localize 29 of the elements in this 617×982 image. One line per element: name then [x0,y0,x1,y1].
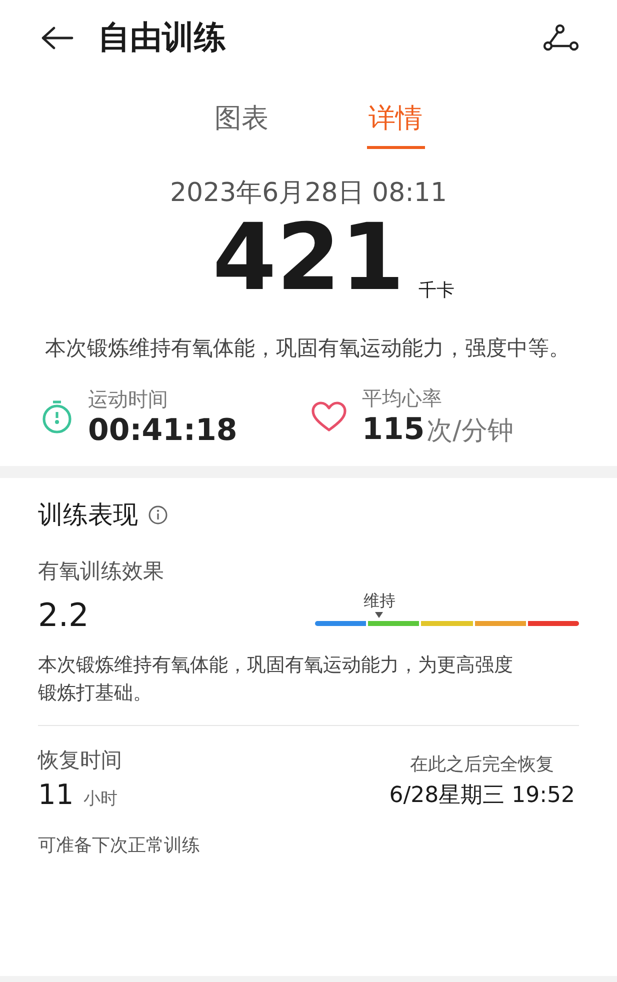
marker-icon [375,612,384,618]
full-recovery-time: 6/28星期三 19:52 [389,782,575,810]
stopwatch-icon [40,398,74,435]
workout-description: 本次锻炼维持有氧体能，巩固有氧运动能力，强度中等。 [45,335,571,362]
stat-label: 运动时间 [88,386,169,413]
heart-icon [310,400,348,433]
recovery-note: 可准备下次正常训练 [38,834,201,858]
calories-unit: 千卡 [418,279,455,302]
info-icon[interactable] [148,504,168,525]
back-icon[interactable] [40,26,74,50]
full-recovery-label: 在此之后完全恢复 [409,753,556,776]
stat-label: 平均心率 [362,385,443,412]
stat-value: 00:41:18 [88,412,238,448]
route-icon[interactable] [543,24,579,52]
recovery-label: 恢复时间 [38,747,122,774]
scale-label: 维持 [363,591,396,612]
recovery-unit: 小时 [84,788,118,810]
workout-datetime: 2023年6月28日 08:11 [169,177,448,210]
section-title: 训练表现 [38,499,138,532]
tab[interactable]: 图表 [212,96,270,149]
effect-label: 有氧训练效果 [38,558,165,586]
page-title: 自由训练 [98,17,227,58]
recovery-value: 11 [38,778,74,812]
tab[interactable]: 详情 [366,96,424,149]
effect-value: 2.2 [38,596,89,634]
calories-value: 421 [212,212,405,304]
stat-value: 115 [362,412,425,448]
stat-unit: 次/分钟 [426,416,514,446]
effect-description: 本次锻炼维持有氧体能，巩固有氧运动能力，为更高强度锻炼打基础。 [38,653,514,706]
